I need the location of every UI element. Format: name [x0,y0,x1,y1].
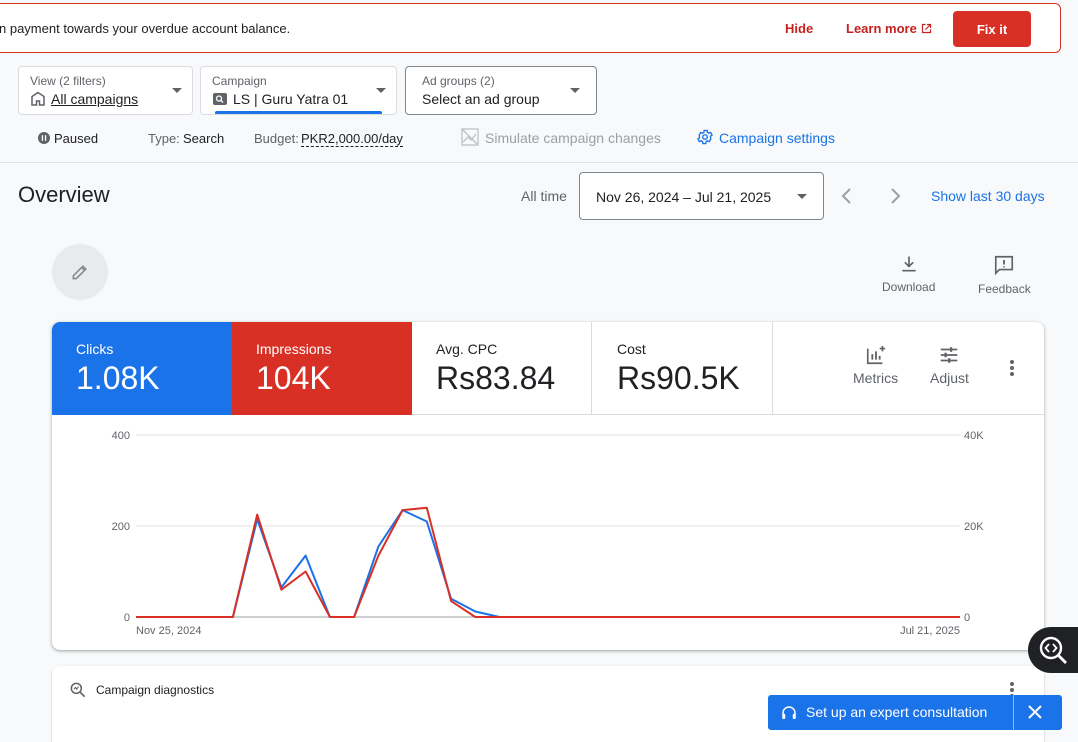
scorecard-impressions[interactable]: Impressions 104K [232,322,412,415]
type-label: Type: [148,131,180,146]
learn-more-link[interactable]: Learn more [846,21,932,36]
y-left-tick-label: 0 [124,612,130,624]
pencil-icon [72,265,87,280]
scorecard-clicks[interactable]: Clicks 1.08K [52,322,232,415]
simulate-icon [461,128,479,149]
view-filter-label: View (2 filters) [30,74,106,88]
metrics-icon [866,345,885,365]
edit-overview-button[interactable] [52,244,108,300]
help-widget[interactable] [1028,627,1078,673]
y-right-tick-label: 0 [964,612,970,624]
x-end-label: Jul 21, 2025 [900,625,960,637]
scorecard-value: Rs83.84 [436,360,556,396]
search-code-icon [1039,636,1067,664]
chevron-down-icon [172,88,182,93]
view-filter-selector[interactable]: View (2 filters) All campaigns [18,66,193,115]
page-title: Overview [18,182,110,207]
hide-alert-button[interactable]: Hide [785,21,813,36]
feedback-label: Feedback [978,282,1031,296]
external-link-icon [921,23,931,34]
ad-groups-value: Select an ad group [422,91,540,107]
performance-line-chart: 400 40K 200 20K 0 0 Nov 25, 2024 Jul 21, 2025 [112,430,985,637]
simulate-changes-button: Simulate campaign changes [485,130,661,146]
diagnostics-search-icon [70,682,86,698]
scorecard-value: Rs90.5K [617,360,740,396]
download-button[interactable]: Download [882,254,935,294]
overdue-alert-banner: n payment towards your overdue account b… [0,3,1061,53]
scorecard-row: Clicks 1.08K Impressions 104K Avg. CPC R… [52,322,1044,415]
chevron-down-icon [570,88,580,93]
scorecard-cost[interactable]: Cost Rs90.5K [593,322,773,415]
feedback-icon [995,255,1014,276]
date-range-picker[interactable]: Nov 26, 2024 – Jul 21, 2025 [579,172,824,220]
ad-groups-selector[interactable]: Ad groups (2) Select an ad group [405,66,597,115]
adjust-label: Adjust [930,370,969,386]
scorecard-label: Impressions [256,341,332,357]
alert-message: n payment towards your overdue account b… [0,21,291,36]
more-options-icon[interactable] [1002,358,1022,378]
y-left-tick-label: 400 [112,430,130,442]
next-period-icon[interactable] [883,184,907,208]
campaign-selector[interactable]: Campaign LS | Guru Yatra 01 [200,66,397,115]
type-value: Search [183,131,225,146]
expert-consultation-button[interactable]: Set up an expert consultation [806,704,987,720]
campaign-label: Campaign [212,74,267,88]
view-filter-value-row: All campaigns [30,91,138,107]
download-icon [902,256,916,272]
campaign-value: LS | Guru Yatra 01 [233,91,349,107]
show-last-30-days-button[interactable]: Show last 30 days [931,188,1045,204]
adjust-button[interactable]: Adjust [930,344,969,386]
metrics-label: Metrics [853,370,899,386]
adjust-icon [941,347,958,363]
gear-icon[interactable] [696,128,714,149]
chevron-down-icon [797,194,807,199]
y-right-tick-label: 40K [964,430,984,442]
campaign-state: Paused [54,131,99,146]
header-divider [0,162,1078,163]
scorecard-value: 104K [256,360,331,396]
campaign-settings-link[interactable]: Campaign settings [719,130,835,146]
date-range-value: Nov 26, 2024 – Jul 21, 2025 [596,189,772,205]
previous-period-icon[interactable] [835,184,859,208]
learn-more-label: Learn more [846,21,917,36]
budget-value[interactable]: PKR2,000.00/day [301,131,403,147]
all-time-label: All time [521,188,567,204]
campaign-value-row: LS | Guru Yatra 01 [212,91,348,107]
building-icon [31,91,45,106]
selected-indicator [215,111,382,114]
budget-label: Budget: [254,131,299,146]
y-left-tick-label: 200 [112,521,130,533]
scorecard-label: Cost [617,341,646,357]
scorecard-value: 1.08K [76,360,160,396]
separator [1013,695,1014,730]
paused-icon [38,132,50,147]
ad-groups-label: Ad groups (2) [422,74,495,88]
performance-chart-card: Clicks 1.08K Impressions 104K Avg. CPC R… [52,322,1044,650]
scorecard-avg-cpc[interactable]: Avg. CPC Rs83.84 [412,322,592,415]
expert-consultation-banner: Set up an expert consultation [768,695,1062,730]
metrics-button[interactable]: Metrics [853,344,898,386]
close-icon[interactable] [1026,703,1044,721]
view-filter-value: All campaigns [51,91,139,107]
search-campaign-icon [213,93,227,105]
download-label: Download [882,280,936,294]
series-line-impressions [136,506,960,618]
x-start-label: Nov 25, 2024 [136,625,201,637]
diagnostics-title: Campaign diagnostics [96,683,215,697]
y-right-tick-label: 20K [964,521,984,533]
scorecard-label: Avg. CPC [436,341,498,357]
feedback-button[interactable]: Feedback [978,254,1031,296]
scorecard-label: Clicks [76,341,114,357]
headset-icon [782,706,796,719]
chevron-down-icon [376,88,386,93]
fix-it-button[interactable]: Fix it [953,11,1031,47]
